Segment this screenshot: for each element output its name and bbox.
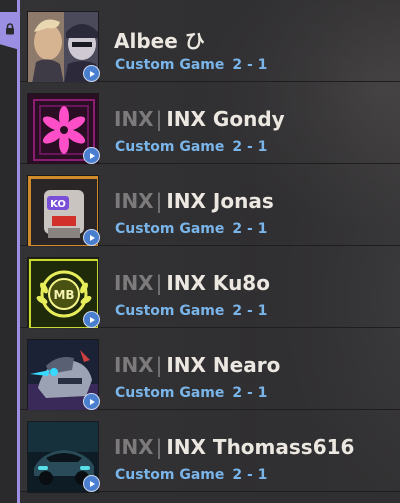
friend-row[interactable]: MB INX | INX Ku8o Custom Game 2 - 1: [20, 246, 400, 329]
friend-row[interactable]: Albee ひ Custom Game 2 - 1: [20, 0, 400, 83]
friend-row[interactable]: KO INX | INX Jonas Custom Game 2 - 1: [20, 164, 400, 247]
friend-name-text: INX Jonas: [166, 189, 274, 213]
friend-status: Custom Game 2 - 1: [115, 221, 267, 237]
team-tag: INX: [114, 107, 154, 131]
friend-name: INX | INX Ku8o: [114, 271, 270, 295]
friend-status: Custom Game 2 - 1: [115, 467, 267, 483]
status-text: Custom Game: [115, 467, 225, 483]
play-icon: [83, 65, 100, 82]
game-score: 2 - 1: [232, 303, 268, 319]
status-text: Custom Game: [115, 139, 225, 155]
play-icon: [83, 393, 100, 410]
status-text: Custom Game: [115, 221, 225, 237]
team-tag: INX: [114, 353, 154, 377]
friend-row[interactable]: INX | INX Nearo Custom Game 2 - 1: [20, 328, 400, 411]
tag-separator: |: [155, 271, 163, 295]
play-icon: [83, 475, 100, 492]
game-score: 2 - 1: [232, 221, 268, 237]
game-score: 2 - 1: [232, 385, 268, 401]
svg-text:KO: KO: [50, 199, 66, 210]
tag-separator: |: [155, 107, 163, 131]
friend-status: Custom Game 2 - 1: [115, 139, 267, 155]
team-tag: INX: [114, 189, 154, 213]
friend-name-text: INX Nearo: [166, 353, 281, 377]
friend-status: Custom Game 2 - 1: [115, 303, 267, 319]
team-tag: INX: [114, 271, 154, 295]
friend-status: Custom Game 2 - 1: [115, 385, 267, 401]
lock-icon: [5, 20, 15, 39]
status-text: Custom Game: [115, 385, 225, 401]
friend-row[interactable]: INX | INX Gondy Custom Game 2 - 1: [20, 82, 400, 165]
friend-status: Custom Game 2 - 1: [115, 57, 267, 73]
friend-name: INX | INX Thomass616: [114, 435, 354, 459]
party-lock-tab[interactable]: [0, 12, 20, 50]
tag-separator: |: [155, 435, 163, 459]
friend-name: INX | INX Nearo: [114, 353, 280, 377]
friend-name: INX | INX Gondy: [114, 107, 285, 131]
game-score: 2 - 1: [232, 139, 268, 155]
party-rail: [0, 0, 20, 503]
friend-name: Albee ひ: [114, 25, 205, 54]
friend-name-text: Albee ひ: [114, 29, 205, 53]
game-score: 2 - 1: [232, 467, 268, 483]
status-text: Custom Game: [115, 303, 225, 319]
team-tag: INX: [114, 435, 154, 459]
game-score: 2 - 1: [232, 57, 268, 73]
play-icon: [83, 229, 100, 246]
friend-name-text: INX Thomass616: [166, 435, 355, 459]
tag-separator: |: [155, 189, 163, 213]
friend-name-text: INX Gondy: [166, 107, 285, 131]
friend-name-text: INX Ku8o: [166, 271, 270, 295]
status-text: Custom Game: [115, 57, 225, 73]
play-icon: [83, 147, 100, 164]
friend-list: Albee ひ Custom Game 2 - 1 INX | INX Gond…: [20, 0, 400, 493]
friend-row[interactable]: INX | INX Thomass616 Custom Game 2 - 1: [20, 410, 400, 493]
friend-name: INX | INX Jonas: [114, 189, 274, 213]
tag-separator: |: [155, 353, 163, 377]
play-icon: [83, 311, 100, 328]
svg-text:MB: MB: [53, 288, 74, 302]
